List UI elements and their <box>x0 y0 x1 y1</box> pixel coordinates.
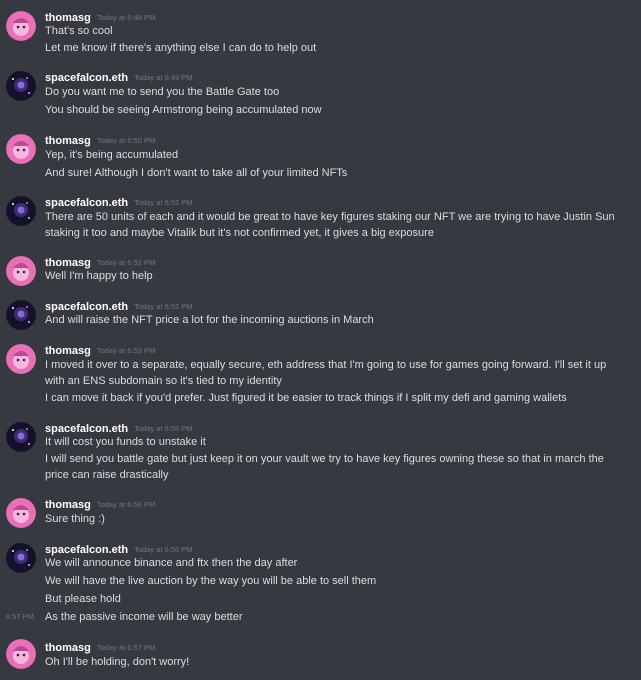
message-text: Oh I'll be holding, don't worry! <box>45 656 190 668</box>
thomas-avatar-icon[interactable] <box>6 639 36 669</box>
author-name[interactable]: thomasg <box>45 499 91 511</box>
timestamp: Today at 6:53 PM <box>96 346 156 355</box>
spacefalcon-avatar-icon[interactable] <box>6 71 36 101</box>
author-name[interactable]: thomasg <box>45 135 91 147</box>
message-text: As the passive income will be way better <box>45 611 243 623</box>
hover-timestamp: 6:57 PM <box>6 612 34 621</box>
message-text: It will cost you funds to unstake it <box>45 436 206 448</box>
message-text: But please hold <box>45 593 121 605</box>
timestamp: Today at 6:52 PM <box>134 198 193 207</box>
message-text: I can move it back if you'd prefer. Just… <box>45 392 567 404</box>
author-name[interactable]: thomasg <box>45 345 91 357</box>
author-name[interactable]: spacefalcon.eth <box>45 197 128 209</box>
timestamp: Today at 6:52 PM <box>134 302 193 311</box>
spacefalcon-avatar-icon[interactable] <box>6 300 36 330</box>
thomas-avatar-icon[interactable] <box>6 344 36 374</box>
thomas-avatar-icon[interactable] <box>6 11 36 41</box>
timestamp: Today at 6:48 PM <box>96 13 156 22</box>
message-text: Let me know if there's anything else I c… <box>45 42 317 54</box>
spacefalcon-avatar-icon[interactable] <box>6 543 36 573</box>
timestamp: Today at 6:55 PM <box>134 424 193 433</box>
message-text: And will raise the NFT price a lot for t… <box>45 314 374 326</box>
timestamp: Today at 6:57 PM <box>96 643 156 652</box>
message-text: Sure thing :) <box>45 513 105 525</box>
message-text: We will have the live auction by the way… <box>45 575 377 587</box>
timestamp: Today at 6:50 PM <box>96 136 156 145</box>
author-name[interactable]: thomasg <box>45 642 91 654</box>
thomas-avatar-icon[interactable] <box>6 256 36 286</box>
spacefalcon-avatar-icon[interactable] <box>6 196 36 226</box>
message-text: Do you want me to send you the Battle Ga… <box>45 86 280 98</box>
spacefalcon-avatar-icon[interactable] <box>6 422 36 452</box>
timestamp: Today at 6:56 PM <box>96 500 156 509</box>
message-text: You should be seeing Armstrong being acc… <box>45 104 322 116</box>
message-text: I will send you battle gate but just kee… <box>45 453 604 481</box>
message-text: There are 50 units of each and it would … <box>45 211 615 239</box>
timestamp: Today at 6:56 PM <box>134 545 193 554</box>
timestamp: Today at 6:49 PM <box>134 73 193 82</box>
timestamp: Today at 6:52 PM <box>96 258 156 267</box>
message-text: I moved it over to a separate, equally s… <box>45 359 607 387</box>
message-text: Well I'm happy to help <box>45 270 153 282</box>
thomas-avatar-icon[interactable] <box>6 134 36 164</box>
thomas-avatar-icon[interactable] <box>6 498 36 528</box>
message-text: We will announce binance and ftx then th… <box>45 557 298 569</box>
message-text: And sure! Although I don't want to take … <box>45 167 348 179</box>
message-text: Yep, it's being accumulated <box>45 149 179 161</box>
message-text: That's so cool <box>45 25 113 37</box>
author-name[interactable]: spacefalcon.eth <box>45 72 128 84</box>
